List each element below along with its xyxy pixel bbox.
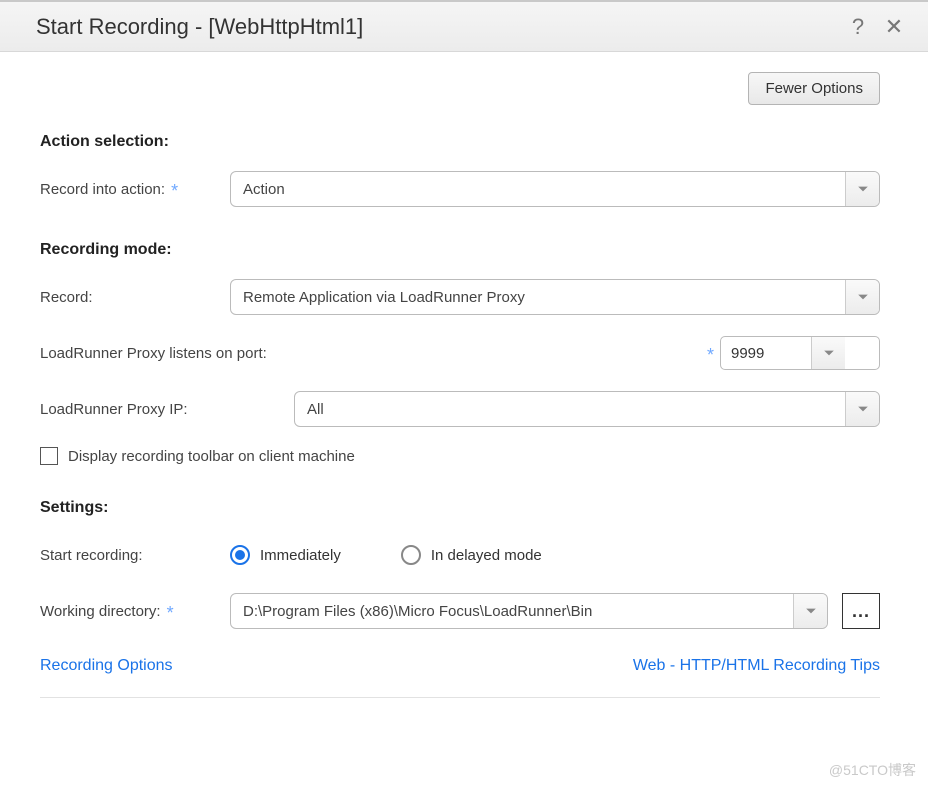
record-value: Remote Application via LoadRunner Proxy [231,289,845,306]
divider [40,697,880,698]
radio-delayed-label: In delayed mode [431,547,542,564]
start-recording-radio-group: Immediately In delayed mode [230,545,880,565]
recording-mode-header: Recording mode: [40,241,880,259]
chevron-down-icon [845,392,879,426]
settings-header: Settings: [40,499,880,517]
required-star-icon: * [167,603,174,624]
required-star-icon: * [171,181,178,202]
action-selection-header: Action selection: [40,133,880,151]
proxy-port-value: 9999 [721,345,811,362]
proxy-port-label: LoadRunner Proxy listens on port: [40,345,701,362]
display-toolbar-checkbox[interactable] [40,447,58,465]
titlebar: Start Recording - [WebHttpHtml1] ? ✕ [0,0,928,52]
working-directory-value: D:\Program Files (x86)\Micro Focus\LoadR… [231,603,793,620]
radio-immediately-label: Immediately [260,547,341,564]
recording-options-link[interactable]: Recording Options [40,657,173,675]
chevron-down-icon [845,172,879,206]
dialog-content: Fewer Options Action selection: Record i… [0,52,928,718]
section-settings: Settings: Start recording: Immediately I… [40,499,880,629]
proxy-ip-value: All [295,401,845,418]
close-icon[interactable]: ✕ [880,13,908,41]
section-action-selection: Action selection: Record into action: * … [40,133,880,207]
proxy-ip-label: LoadRunner Proxy IP: [40,401,294,418]
radio-icon-checked [230,545,250,565]
working-directory-label: Working directory: * [40,601,230,622]
record-into-action-label: Record into action: * [40,179,230,200]
chevron-down-icon [793,594,827,628]
required-star-icon: * [707,345,714,366]
radio-delayed[interactable]: In delayed mode [401,545,542,565]
working-directory-label-text: Working directory: [40,603,161,620]
section-recording-mode: Recording mode: Record: Remote Applicati… [40,241,880,465]
watermark: @51CTO博客 [829,760,916,780]
proxy-ip-select[interactable]: All [294,391,880,427]
chevron-down-icon [845,280,879,314]
display-toolbar-row: Display recording toolbar on client mach… [40,447,880,465]
start-recording-label: Start recording: [40,547,230,564]
display-toolbar-label: Display recording toolbar on client mach… [68,448,355,465]
top-button-row: Fewer Options [40,72,880,105]
proxy-port-input[interactable]: 9999 [720,336,880,370]
record-into-action-value: Action [231,181,845,198]
record-into-action-label-text: Record into action: [40,181,165,198]
record-select[interactable]: Remote Application via LoadRunner Proxy [230,279,880,315]
window-title: Start Recording - [WebHttpHtml1] [36,14,836,40]
radio-icon [401,545,421,565]
fewer-options-button[interactable]: Fewer Options [748,72,880,105]
help-icon[interactable]: ? [844,13,872,41]
record-label: Record: [40,289,230,306]
working-directory-select[interactable]: D:\Program Files (x86)\Micro Focus\LoadR… [230,593,828,629]
chevron-down-icon [811,337,845,369]
browse-button[interactable]: ... [842,593,880,629]
recording-tips-link[interactable]: Web - HTTP/HTML Recording Tips [633,657,880,675]
radio-immediately[interactable]: Immediately [230,545,341,565]
links-row: Recording Options Web - HTTP/HTML Record… [40,657,880,675]
record-into-action-select[interactable]: Action [230,171,880,207]
